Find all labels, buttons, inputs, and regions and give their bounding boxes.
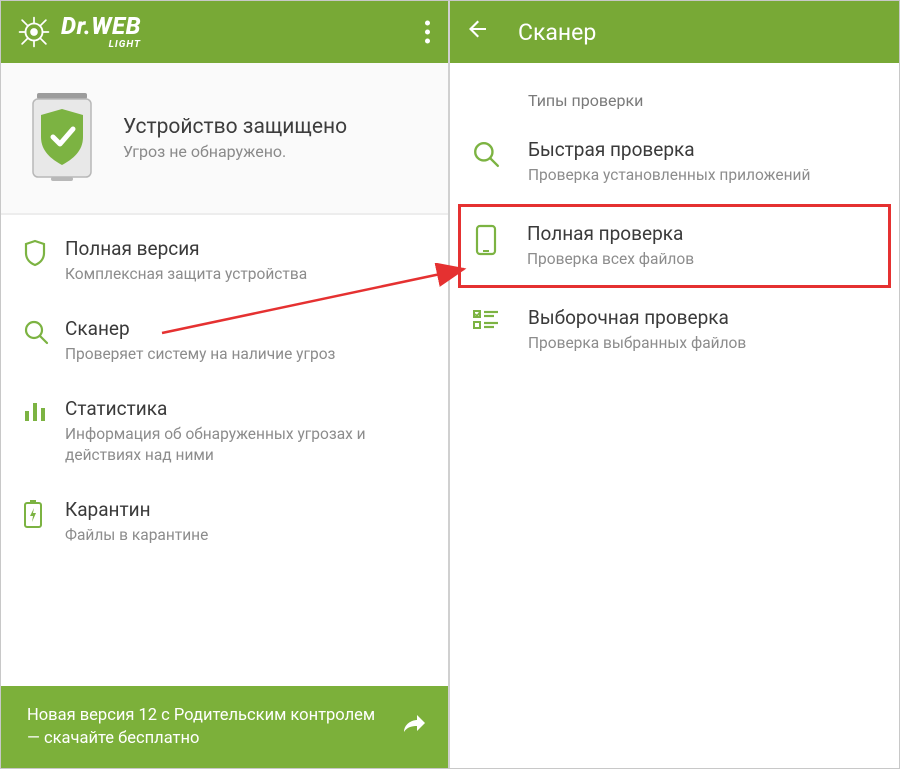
scan-item-title: Полная проверка — [527, 222, 878, 245]
menu-item-statistics[interactable]: Статистика Информация об обнаруженных уг… — [1, 381, 448, 482]
scanner-screen: Сканер Типы проверки Быстрая проверка Пр… — [450, 1, 899, 768]
phone-icon — [475, 224, 497, 256]
logo-sub-text: LIGHT — [109, 40, 141, 50]
back-button[interactable] — [466, 17, 490, 47]
status-subtitle: Угроз не обнаружено. — [123, 142, 347, 161]
promo-banner[interactable]: Новая версия 12 с Родительским контролем… — [1, 686, 448, 768]
battery-icon — [23, 500, 43, 528]
scan-item-sub: Проверка всех файлов — [527, 249, 878, 270]
arrow-left-icon — [466, 17, 490, 41]
menu-item-full-version[interactable]: Полная версия Комплексная защита устройс… — [1, 221, 448, 301]
section-header: Типы проверки — [450, 63, 899, 120]
checklist-icon — [472, 308, 500, 332]
scan-custom[interactable]: Выборочная проверка Проверка выбранных ф… — [450, 288, 899, 372]
scan-quick[interactable]: Быстрая проверка Проверка установленных … — [450, 120, 899, 204]
menu-item-title: Статистика — [65, 397, 430, 420]
protection-status: Устройство защищено Угроз не обнаружено. — [1, 63, 448, 215]
menu-item-sub: Проверяет систему на наличие угроз — [65, 344, 430, 365]
kebab-icon — [425, 21, 430, 44]
menu-item-title: Карантин — [65, 498, 430, 521]
scan-full[interactable]: Полная проверка Проверка всех файлов — [458, 204, 891, 288]
search-icon — [23, 319, 49, 345]
menu-item-scanner[interactable]: Сканер Проверяет систему на наличие угро… — [1, 301, 448, 381]
menu-item-sub: Файлы в карантине — [65, 525, 430, 546]
menu-item-quarantine[interactable]: Карантин Файлы в карантине — [1, 482, 448, 562]
scan-item-sub: Проверка установленных приложений — [528, 165, 881, 186]
logo-main-text: Dr.WEB — [61, 14, 141, 38]
screen-title: Сканер — [518, 19, 596, 46]
shield-outline-icon — [23, 239, 47, 267]
share-icon — [402, 714, 426, 740]
banner-text: Новая версия 12 с Родительским контролем… — [27, 704, 388, 750]
appbar-right: Сканер — [450, 1, 899, 63]
app-logo: Dr.WEB LIGHT — [17, 14, 141, 50]
scan-item-sub: Проверка выбранных файлов — [528, 333, 881, 354]
menu-item-title: Полная версия — [65, 237, 430, 260]
appbar-left: Dr.WEB LIGHT — [1, 1, 448, 63]
shield-check-icon — [23, 93, 101, 183]
scan-item-title: Быстрая проверка — [528, 138, 881, 161]
status-title: Устройство защищено — [123, 115, 347, 139]
spider-icon — [17, 15, 51, 49]
main-screen: Dr.WEB LIGHT Устройство защищено — [1, 1, 450, 768]
menu-item-title: Сканер — [65, 317, 430, 340]
search-icon — [472, 140, 500, 168]
scan-item-title: Выборочная проверка — [528, 306, 881, 329]
more-menu-button[interactable] — [425, 21, 430, 44]
bar-chart-icon — [23, 399, 47, 423]
menu-item-sub: Комплексная защита устройства — [65, 264, 430, 285]
menu-item-sub: Информация об обнаруженных угрозах и дей… — [65, 424, 430, 466]
